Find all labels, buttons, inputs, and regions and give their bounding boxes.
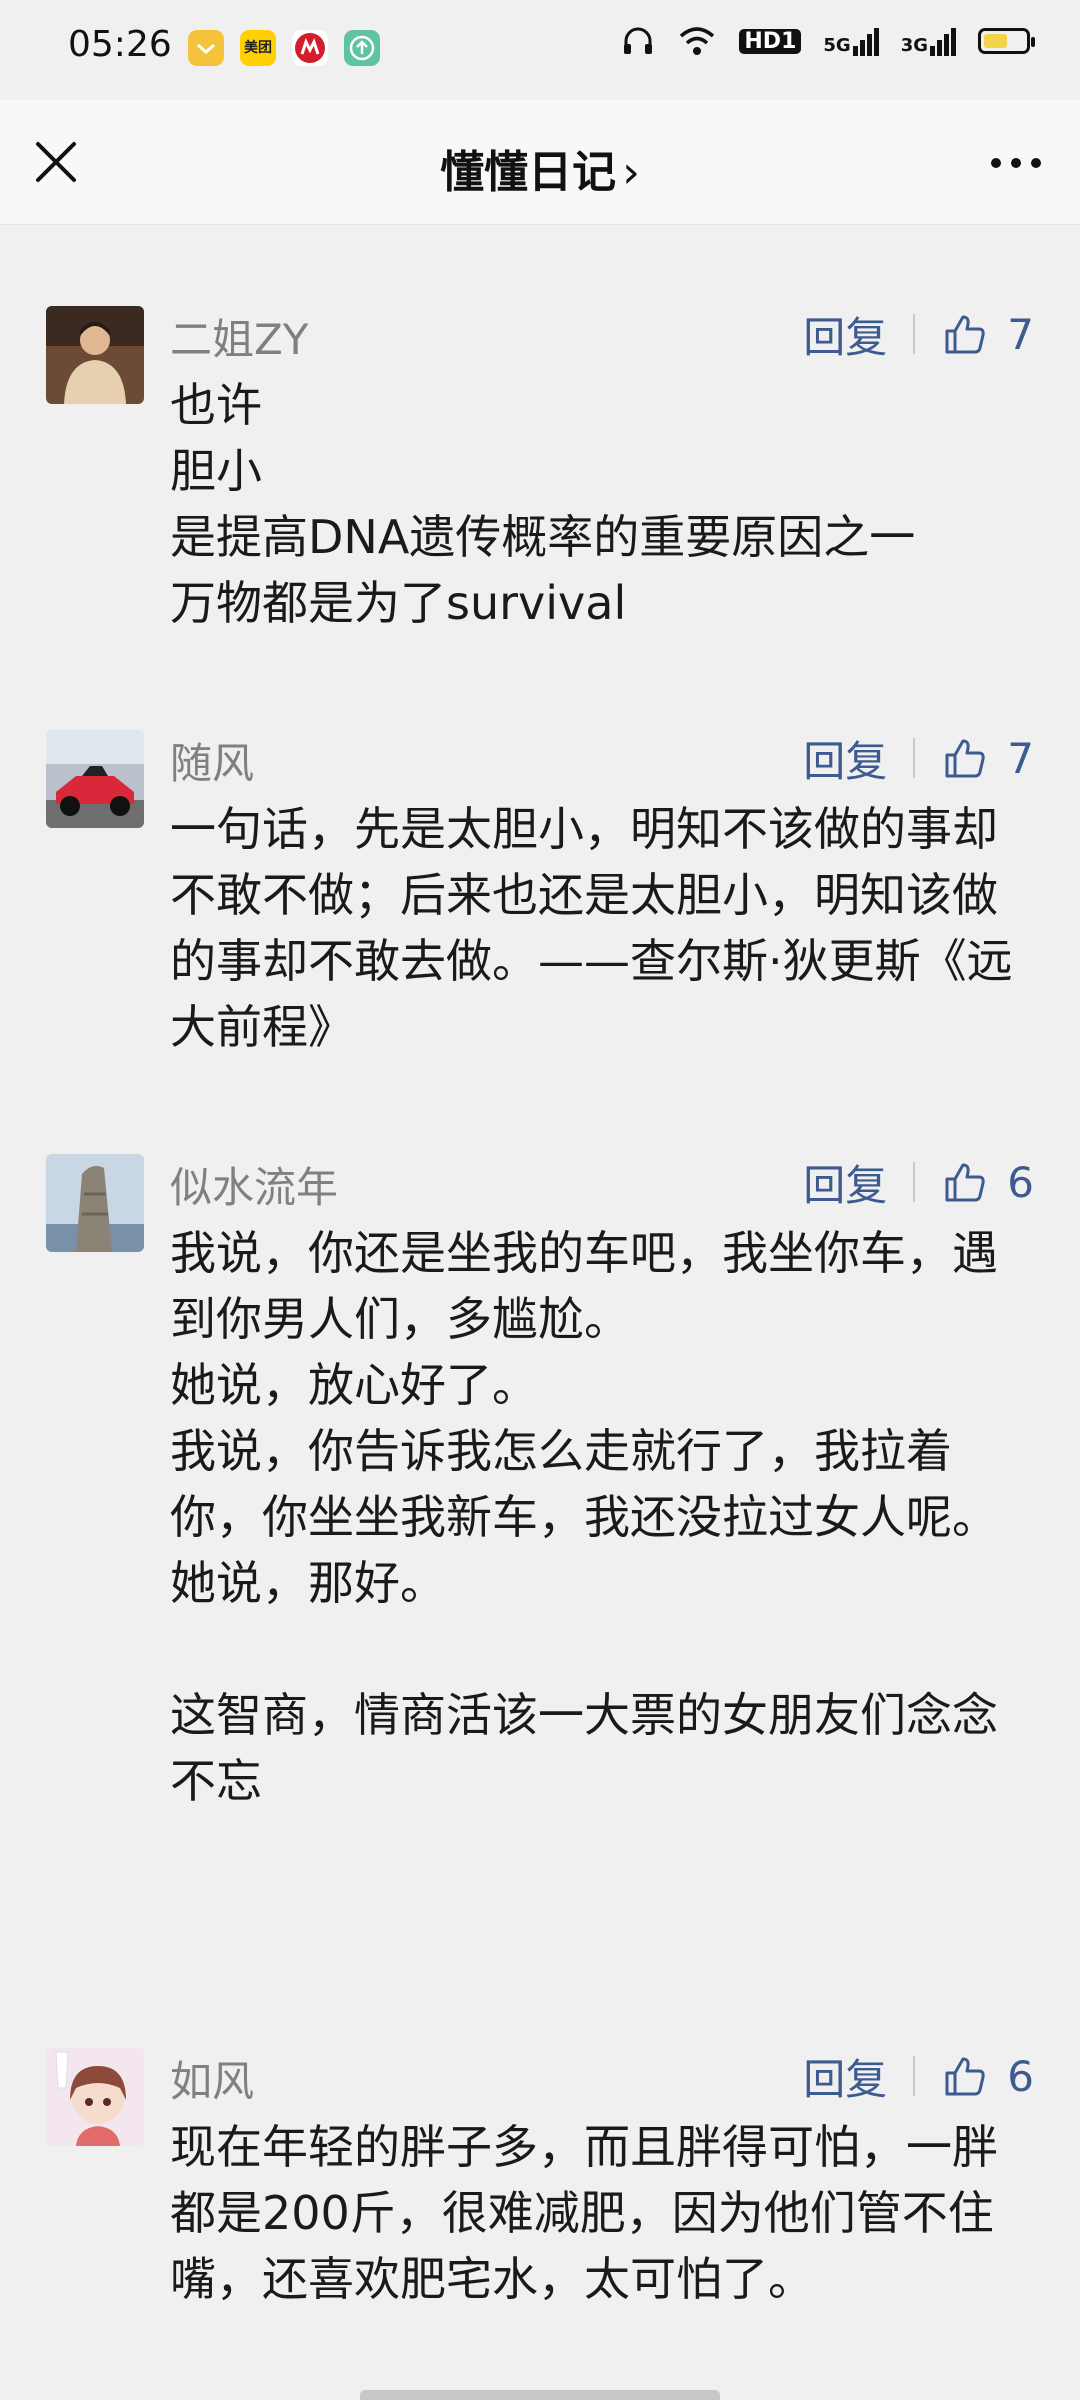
page-title[interactable]: 懂懂日记 ›	[0, 136, 1080, 200]
comment-username[interactable]: 似水流年	[170, 1154, 338, 1215]
comment-username[interactable]: 随风	[170, 730, 254, 791]
comment-actions: 回复 6	[803, 1154, 1034, 1210]
wifi-icon	[680, 27, 715, 55]
comment-text: 现在年轻的胖子多，而且胖得可怕，一胖都是200斤，很难减肥，因为他们管不住嘴，还…	[170, 2120, 998, 2306]
comment-username[interactable]: 二姐ZY	[170, 306, 308, 367]
more-options-icon[interactable]	[988, 146, 1044, 180]
meituan-label: 美团	[244, 40, 272, 56]
comment-actions: 回复 7	[803, 306, 1034, 362]
reply-button[interactable]: 回复	[803, 304, 887, 365]
signal-3g-label: 3G	[900, 35, 928, 56]
chevron-right-icon: ›	[622, 147, 640, 198]
signal-3g-icon: 3G	[901, 26, 956, 56]
status-indicators: HD1 5G 3G	[621, 24, 1035, 58]
avatar[interactable]	[46, 730, 144, 828]
divider	[913, 2056, 916, 2096]
divider	[913, 738, 916, 778]
thumbs-up-icon[interactable]	[941, 1158, 989, 1206]
avatar[interactable]	[46, 2048, 144, 2146]
battery-level	[984, 34, 1007, 48]
like-count: 6	[1007, 2051, 1034, 2101]
comment-actions: 回复 7	[803, 730, 1034, 786]
like-count: 6	[1007, 1157, 1034, 1207]
signal-5g-label: 5G	[823, 35, 851, 56]
page-title-text: 懂懂日记	[440, 147, 617, 198]
reply-button[interactable]: 回复	[803, 728, 887, 789]
comment-username[interactable]: 如风	[170, 2048, 254, 2109]
status-time: 05:26	[68, 24, 172, 65]
divider	[913, 314, 916, 354]
comment-text: 一句话，先是太胆小，明知不该做的事却不敢不做；后来也还是太胆小，明知该做的事却不…	[170, 802, 1013, 1054]
notification-app-icon	[188, 30, 224, 66]
comment-text: 我说，你还是坐我的车吧，我坐你车，遇到你男人们，多尴尬。 她说，放心好了。 我说…	[170, 1226, 998, 1808]
meituan-icon: 美团	[240, 30, 276, 66]
reply-button[interactable]: 回复	[803, 2046, 887, 2107]
like-count: 7	[1007, 309, 1034, 359]
home-indicator[interactable]	[360, 2390, 720, 2400]
status-bar: 05:26 美团 HD1 5G 3G	[0, 0, 1080, 100]
comment-text: 也许 胆小 是提高DNA遗传概率的重要原因之一 万物都是为了survival	[170, 378, 916, 630]
upload-app-icon	[344, 30, 380, 66]
comment-actions: 回复 6	[803, 2048, 1034, 2104]
divider	[913, 1162, 916, 1202]
avatar[interactable]	[46, 306, 144, 404]
nav-bar: 懂懂日记 ›	[0, 100, 1080, 225]
thumbs-up-icon[interactable]	[941, 734, 989, 782]
headphones-icon	[624, 27, 653, 54]
signal-5g-icon: 5G	[823, 26, 879, 56]
battery-icon	[978, 28, 1035, 54]
avatar[interactable]	[46, 1154, 144, 1252]
thumbs-up-icon[interactable]	[941, 310, 989, 358]
reply-button[interactable]: 回复	[803, 1152, 887, 1213]
thumbs-up-icon[interactable]	[941, 2052, 989, 2100]
like-count: 7	[1007, 733, 1034, 783]
cmb-bank-icon	[292, 30, 328, 66]
hd-badge: HD1	[739, 28, 802, 54]
